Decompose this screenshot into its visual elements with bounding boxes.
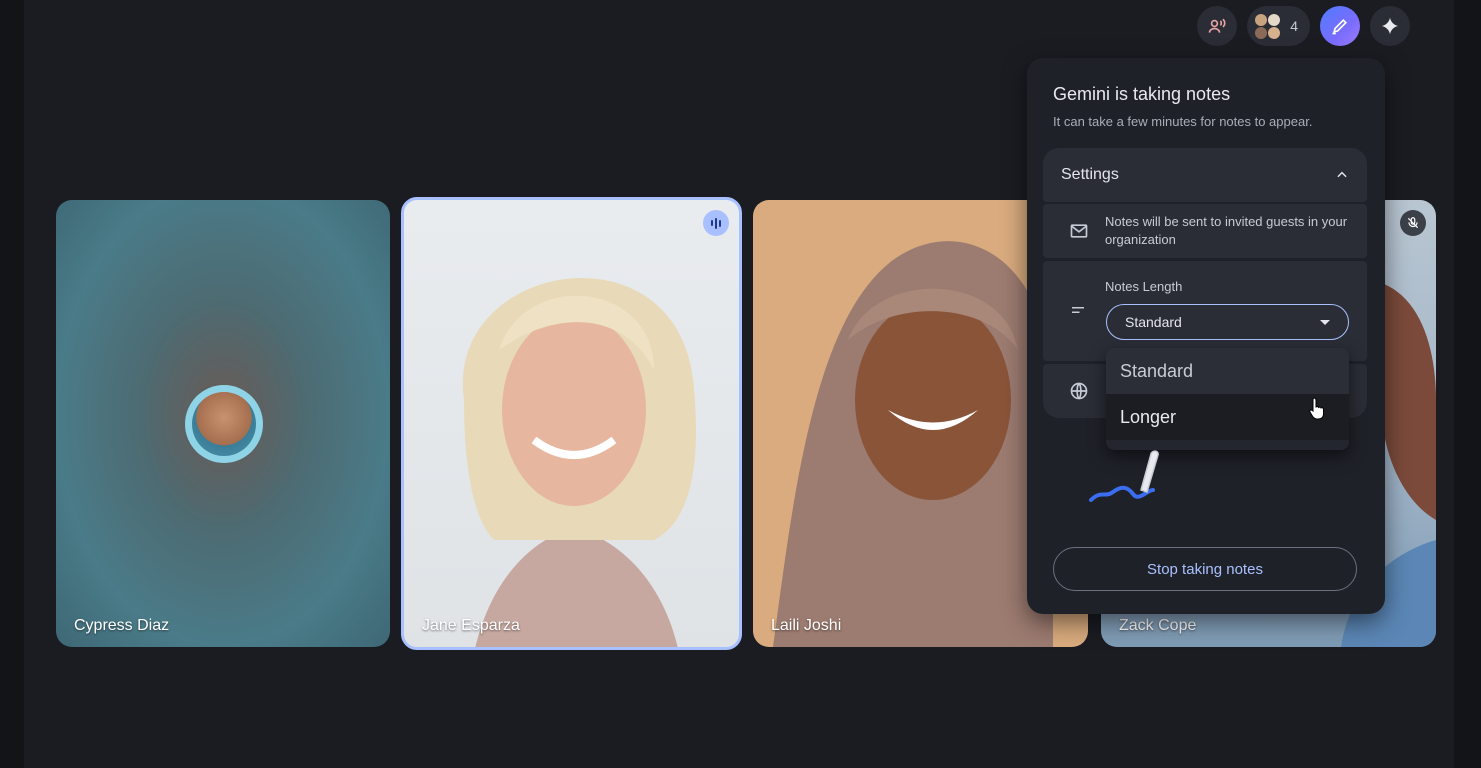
gemini-notes-panel: Gemini is taking notes It can take a few… bbox=[1027, 58, 1385, 614]
participant-video bbox=[462, 278, 696, 647]
hand-pointer-icon bbox=[1309, 397, 1324, 420]
meeting-stage: 4 Cypress Diaz Jane Esparza Laili Joshi … bbox=[24, 0, 1454, 768]
participant-tile[interactable]: Cypress Diaz bbox=[56, 200, 390, 647]
short-text-icon bbox=[1072, 307, 1084, 313]
speaking-indicator-icon bbox=[703, 210, 729, 236]
globe-icon bbox=[1070, 382, 1088, 400]
gemini-button[interactable] bbox=[1370, 6, 1410, 46]
gemini-sparkle-icon bbox=[1381, 17, 1399, 35]
participant-name: Cypress Diaz bbox=[74, 617, 170, 634]
chevron-down-icon bbox=[1320, 319, 1330, 325]
mic-off-icon bbox=[1400, 210, 1426, 236]
email-setting-row: Notes will be sent to invited guests in … bbox=[1043, 204, 1367, 258]
participant-name: Jane Esparza bbox=[422, 617, 520, 634]
notes-length-label: Notes Length bbox=[1105, 279, 1183, 294]
avatar bbox=[185, 385, 263, 463]
call-audio-button[interactable] bbox=[1197, 6, 1238, 46]
participant-count: 4 bbox=[1290, 18, 1298, 34]
panel-subtitle: It can take a few minutes for notes to a… bbox=[1053, 114, 1313, 129]
participant-name: Zack Cope bbox=[1119, 617, 1197, 634]
settings-toggle[interactable]: Settings bbox=[1043, 148, 1367, 202]
email-note: Notes will be sent to invited guests in … bbox=[1105, 214, 1348, 247]
stop-taking-notes-button[interactable]: Stop taking notes bbox=[1053, 547, 1357, 591]
notes-length-select[interactable]: Standard bbox=[1106, 304, 1349, 340]
mail-icon bbox=[1070, 224, 1088, 238]
notes-pen-illustration-icon bbox=[1089, 450, 1159, 502]
panel-title: Gemini is taking notes bbox=[1053, 84, 1231, 104]
take-notes-icon bbox=[1332, 18, 1348, 35]
settings-label: Settings bbox=[1061, 166, 1119, 183]
participant-name: Laili Joshi bbox=[771, 617, 842, 634]
notes-length-value: Standard bbox=[1125, 314, 1182, 330]
voice-call-icon bbox=[1208, 18, 1226, 33]
option-standard[interactable]: Standard bbox=[1106, 348, 1349, 394]
top-toolbar: 4 bbox=[1197, 6, 1410, 46]
take-notes-button[interactable] bbox=[1320, 6, 1360, 46]
chevron-up-icon bbox=[1337, 171, 1347, 178]
participants-icon bbox=[1255, 13, 1281, 39]
participant-tile-active[interactable]: Jane Esparza bbox=[401, 197, 742, 650]
participants-button[interactable]: 4 bbox=[1247, 6, 1310, 46]
